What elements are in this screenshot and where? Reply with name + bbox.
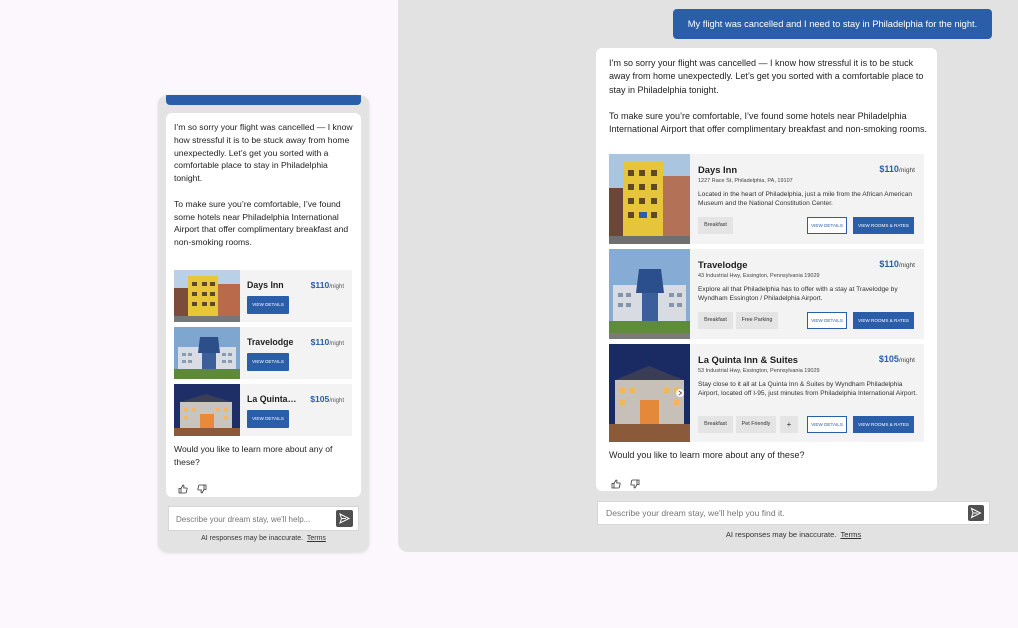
tag-breakfast: Breakfast bbox=[698, 416, 733, 433]
tag-pet-friendly: Pet Friendly bbox=[736, 416, 776, 433]
hotel-name[interactable]: La Quinta… bbox=[247, 394, 307, 404]
hotel-price: $110/night bbox=[310, 337, 344, 347]
hotel-name[interactable]: Travelodge bbox=[698, 259, 748, 270]
days-inn-photo bbox=[174, 270, 240, 322]
hotel-name[interactable]: Travelodge bbox=[247, 337, 307, 347]
assistant-message-text: I’m so sorry your flight was cancelled —… bbox=[174, 121, 354, 262]
la-quinta-photo bbox=[609, 344, 690, 442]
terms-link[interactable]: Terms bbox=[307, 535, 326, 542]
view-details-button[interactable]: VIEW DETAILS bbox=[247, 410, 289, 428]
send-icon bbox=[970, 507, 982, 519]
view-details-button[interactable]: VIEW DETAILS bbox=[247, 296, 289, 314]
assistant-hotels-intro: To make sure you’re comfortable, I’ve fo… bbox=[609, 111, 927, 135]
hotel-description: Stay close to it all at La Quinta Inn & … bbox=[698, 381, 918, 398]
view-rooms-rates-button[interactable]: VIEW ROOMS & RATES bbox=[853, 416, 914, 433]
thumbs-up-icon[interactable] bbox=[178, 481, 188, 494]
view-details-button[interactable]: VIEW DETAILS bbox=[247, 353, 289, 371]
follow-up-question: Would you like to learn more about any o… bbox=[174, 444, 333, 467]
assistant-message-card: I’m so sorry your flight was cancelled —… bbox=[166, 113, 361, 497]
hotel-description: Located in the heart of Philadelphia, ju… bbox=[698, 191, 913, 208]
travelodge-photo bbox=[174, 327, 240, 379]
user-message-bubble: My flight was cancelled and I need to st… bbox=[673, 9, 992, 39]
hotel-description: Explore all that Philadelphia has to off… bbox=[698, 286, 898, 303]
assistant-intro: I’m so sorry your flight was cancelled —… bbox=[609, 58, 924, 95]
hotel-card-days-inn[interactable]: Days Inn $110/night VIEW DETAILS bbox=[174, 270, 352, 322]
hotel-name[interactable]: Days Inn bbox=[698, 164, 737, 175]
terms-link[interactable]: Terms bbox=[841, 530, 862, 539]
hotel-price: $105/night bbox=[310, 394, 344, 404]
thumbs-down-icon[interactable] bbox=[197, 481, 207, 494]
hotel-name[interactable]: La Quinta Inn & Suites bbox=[698, 354, 798, 365]
view-details-button[interactable]: VIEW DETAILS bbox=[807, 217, 847, 234]
disclaimer: AI responses may be inaccurate. Terms bbox=[201, 535, 326, 542]
hotel-price: $105/night bbox=[878, 354, 915, 364]
hotel-address: 53 Industrial Hwy, Essington, Pennsylvan… bbox=[698, 368, 820, 374]
hotel-price: $110/night bbox=[879, 259, 915, 269]
assistant-intro: I’m so sorry your flight was cancelled —… bbox=[174, 122, 353, 184]
days-inn-photo bbox=[609, 154, 690, 244]
chat-input[interactable] bbox=[176, 512, 331, 526]
hotel-address: 1227 Race St, Philadelphia, PA, 19107 bbox=[698, 178, 793, 184]
thumbs-down-icon[interactable] bbox=[630, 476, 640, 489]
desktop-chat-panel: My flight was cancelled and I need to st… bbox=[398, 0, 1018, 552]
view-rooms-rates-button[interactable]: VIEW ROOMS & RATES bbox=[853, 312, 914, 329]
user-message-bubble bbox=[166, 95, 361, 105]
hotel-price: $110/night bbox=[879, 164, 915, 174]
send-button[interactable] bbox=[336, 510, 353, 527]
tag-free-parking: Free Parking bbox=[736, 312, 778, 329]
follow-up-question: Would you like to learn more about any o… bbox=[609, 450, 805, 460]
view-details-button[interactable]: VIEW DETAILS bbox=[807, 312, 847, 329]
hotel-card-la-quinta: La Quinta Inn & Suites 53 Industrial Hwy… bbox=[609, 344, 924, 442]
send-icon bbox=[339, 513, 351, 524]
hotel-card-travelodge[interactable]: Travelodge $110/night VIEW DETAILS bbox=[174, 327, 352, 379]
mobile-chat-panel: I’m so sorry your flight was cancelled —… bbox=[158, 95, 369, 552]
assistant-message-card: I’m so sorry your flight was cancelled —… bbox=[596, 48, 937, 491]
feedback-buttons bbox=[178, 477, 212, 495]
hotel-address: 43 Industrial Hwy, Essington, Pennsylvan… bbox=[698, 273, 820, 279]
thumbs-up-icon[interactable] bbox=[611, 476, 621, 489]
la-quinta-photo bbox=[174, 384, 240, 436]
hotel-card-travelodge: Travelodge 43 Industrial Hwy, Essington,… bbox=[609, 249, 924, 339]
tag-breakfast: Breakfast bbox=[698, 312, 733, 329]
hotel-name[interactable]: Days Inn bbox=[247, 280, 307, 290]
more-tags-button[interactable]: + bbox=[780, 416, 798, 433]
chat-input-box bbox=[168, 506, 359, 531]
chat-input-box bbox=[597, 501, 990, 525]
view-rooms-rates-button[interactable]: VIEW ROOMS & RATES bbox=[853, 217, 914, 234]
assistant-hotels-intro: To make sure you’re comfortable, I’ve fo… bbox=[174, 198, 349, 248]
tag-breakfast: Breakfast bbox=[698, 217, 733, 234]
travelodge-photo bbox=[609, 249, 690, 339]
hotel-price: $110/night bbox=[310, 280, 344, 290]
chat-input[interactable] bbox=[606, 506, 946, 520]
hotel-card-la-quinta[interactable]: La Quinta… $105/night VIEW DETAILS bbox=[174, 384, 352, 436]
disclaimer: AI responses may be inaccurate. Terms bbox=[725, 530, 862, 539]
hotel-card-days-inn: Days Inn 1227 Race St, Philadelphia, PA,… bbox=[609, 154, 924, 244]
send-button[interactable] bbox=[968, 505, 984, 521]
view-details-button[interactable]: VIEW DETAILS bbox=[807, 416, 847, 433]
feedback-buttons bbox=[611, 472, 645, 490]
assistant-message-text: I’m so sorry your flight was cancelled —… bbox=[609, 57, 927, 150]
